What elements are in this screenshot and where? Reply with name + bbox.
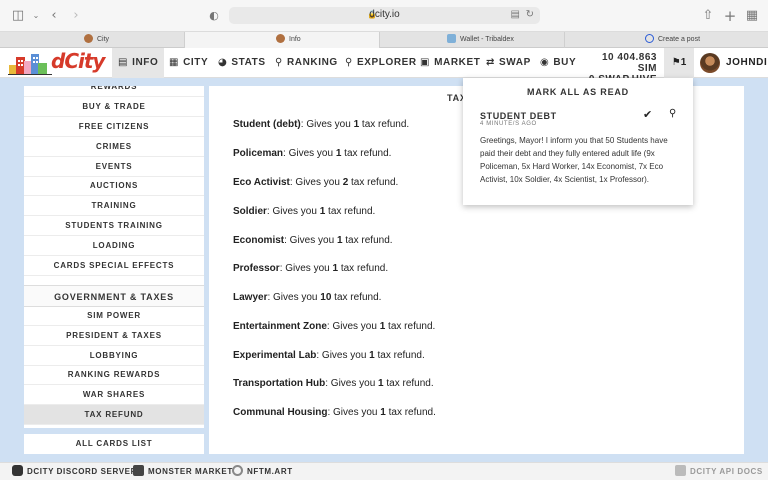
footer-nftm-link[interactable]: NFTM.ART (232, 463, 293, 480)
balance-sim: 10 404.863 SIM (601, 52, 657, 74)
sidebar-item-students-training[interactable]: STUDENTS TRAINING (24, 216, 204, 236)
sidebar-item-lobbying[interactable]: LOBBYING (24, 346, 204, 366)
forward-icon[interactable]: › (68, 8, 84, 24)
dcity-logo[interactable]: dCity (8, 49, 108, 75)
search-icon: ⚲ (345, 57, 353, 68)
notifications-dropdown: MARK ALL AS READ STUDENT DEBT 4 MINUTE/S… (463, 78, 693, 205)
nav-stats[interactable]: ◕ STATS (218, 48, 266, 78)
sidebar-item-events[interactable]: EVENTS (24, 157, 204, 177)
sidebar-item-war-shares[interactable]: WAR SHARES (24, 385, 204, 405)
refund-line-experimental-lab: Experimental Lab: Gives you 1 tax refund… (233, 350, 425, 361)
new-tab-icon[interactable]: + (722, 8, 738, 24)
sidebar-section-government-taxes: GOVERNMENT & TAXES (24, 285, 204, 307)
sidebar-item-buy-trade[interactable]: BUY & TRADE (24, 97, 204, 117)
refund-line-policeman: Policeman: Gives you 1 tax refund. (233, 148, 392, 159)
notification-time: 4 MINUTE/S AGO (480, 121, 537, 127)
nav-buy[interactable]: ◉ BUY (540, 48, 576, 78)
chevron-down-icon[interactable]: ⌄ (28, 8, 44, 24)
sidebar-item-free-citizens[interactable]: FREE CITIZENS (24, 117, 204, 137)
docs-icon (675, 465, 686, 476)
refund-line-lawyer: Lawyer: Gives you 10 tax refund. (233, 292, 382, 303)
create-post-favicon (645, 34, 654, 43)
translate-icon[interactable]: ▤ (511, 9, 520, 20)
notification-count: 1 (680, 57, 687, 68)
sidebar-item-cards-special-effects[interactable]: CARDS SPECIAL EFFECTS (24, 256, 204, 276)
pie-chart-icon: ◕ (218, 57, 228, 68)
tribaldex-favicon (447, 34, 456, 43)
all-cards-list-button[interactable]: ALL CARDS LIST (24, 434, 204, 454)
tab-overview-icon[interactable]: ▦ (744, 8, 760, 24)
tab-create-post[interactable]: Create a post (565, 32, 768, 48)
refund-line-eco-activist: Eco Activist: Gives you 2 tax refund. (233, 177, 399, 188)
cart-icon: ▣ (420, 57, 431, 68)
coins-icon: ◉ (540, 57, 550, 68)
city-skyline-icon (8, 54, 52, 75)
swap-icon: ⇄ (486, 57, 495, 68)
discord-icon (12, 465, 23, 476)
notification-body: Greetings, Mayor! I inform you that 50 S… (480, 136, 668, 184)
nav-explorer[interactable]: ⚲ EXPLORER (345, 48, 417, 78)
sidebar-item-training[interactable]: TRAINING (24, 196, 204, 216)
refund-line-transportation-hub: Transportation Hub: Gives you 1 tax refu… (233, 378, 434, 389)
info-favicon (276, 34, 285, 43)
site-header: dCity ▤ INFO ▦ CITY ◕ STATS ⚲ RANKING ⚲ EXPLO… (0, 48, 768, 85)
monster-icon (133, 465, 144, 476)
reload-icon[interactable]: ↻ (526, 9, 534, 20)
share-icon[interactable]: ⇧ (700, 8, 716, 24)
tab-wallet[interactable]: Wallet - Tribaldex (380, 32, 565, 48)
sidebar-item-crimes[interactable]: CRIMES (24, 137, 204, 157)
refund-line-professor: Professor: Gives you 1 tax refund. (233, 263, 389, 274)
notification-title: STUDENT DEBT (480, 111, 557, 121)
avatar[interactable] (700, 53, 720, 73)
sidebar-item-tax-refund[interactable]: TAX REFUND (24, 405, 204, 425)
refund-line-economist: Economist: Gives you 1 tax refund. (233, 235, 393, 246)
browser-toolbar: ◫ ⌄ ‹ › ◐ 🔒 dcity.io ▤ ↻ ⇧ + ▦ (0, 0, 768, 32)
trophy-icon: ⚲ (275, 57, 283, 68)
city-icon: ▦ (169, 57, 180, 68)
logo-text: dCity (51, 49, 105, 73)
sidebar-item-rewards[interactable]: REWARDS (24, 86, 204, 97)
footer-api-docs-link[interactable]: DCITY API DOCS (675, 463, 763, 480)
refund-line-entertainment-zone: Entertainment Zone: Gives you 1 tax refu… (233, 321, 436, 332)
nav-ranking[interactable]: ⚲ RANKING (275, 48, 338, 78)
sidebar-item-sim-power[interactable]: SIM POWER (24, 306, 204, 326)
book-icon: ▤ (118, 57, 129, 68)
footer-bar: DCITY DISCORD SERVER MONSTER MARKET NFTM… (0, 462, 768, 480)
refund-line-communal-housing: Communal Housing: Gives you 1 tax refund… (233, 407, 436, 418)
search-icon[interactable]: ⚲ (669, 108, 676, 119)
footer-discord-link[interactable]: DCITY DISCORD SERVER (12, 463, 137, 480)
sidebar-item-auctions[interactable]: AUCTIONS (24, 176, 204, 196)
sidebar-toggle-icon[interactable]: ◫ (10, 8, 26, 24)
sidebar-item-ranking-rewards[interactable]: RANKING REWARDS (24, 365, 204, 385)
address-bar[interactable]: 🔒 dcity.io ▤ ↻ (229, 7, 540, 24)
info-sidebar: REWARDS BUY & TRADE FREE CITIZENS CRIMES… (24, 86, 204, 428)
sidebar-item-loading[interactable]: LOADING (24, 236, 204, 256)
bell-icon: ⚑ (671, 57, 681, 68)
notifications-button[interactable]: ⚑1 (664, 48, 694, 78)
back-icon[interactable]: ‹ (46, 8, 62, 24)
nav-city[interactable]: ▦ CITY (169, 48, 208, 78)
check-icon[interactable]: ✔ (643, 108, 652, 121)
tab-bar: City Info Wallet - Tribaldex Create a po… (0, 32, 768, 48)
url-text: dcity.io (369, 9, 400, 20)
footer-monster-market-link[interactable]: MONSTER MARKET (133, 463, 233, 480)
refund-line-student-debt: Student (debt): Gives you 1 tax refund. (233, 119, 410, 130)
nav-swap[interactable]: ⇄ SWAP (486, 48, 531, 78)
nav-market[interactable]: ▣ MARKET (420, 48, 480, 78)
tab-info[interactable]: Info (185, 32, 380, 48)
tab-city[interactable]: City (0, 32, 185, 48)
city-favicon (84, 34, 93, 43)
nav-info[interactable]: ▤ INFO (112, 48, 165, 78)
refund-line-soldier: Soldier: Gives you 1 tax refund. (233, 206, 376, 217)
username[interactable]: JOHNDIE (726, 48, 768, 78)
mark-all-read-button[interactable]: MARK ALL AS READ (463, 87, 693, 97)
privacy-shield-icon[interactable]: ◐ (206, 8, 222, 24)
nftm-icon (232, 465, 243, 476)
sidebar-item-president-taxes[interactable]: PRESIDENT & TAXES (24, 326, 204, 346)
